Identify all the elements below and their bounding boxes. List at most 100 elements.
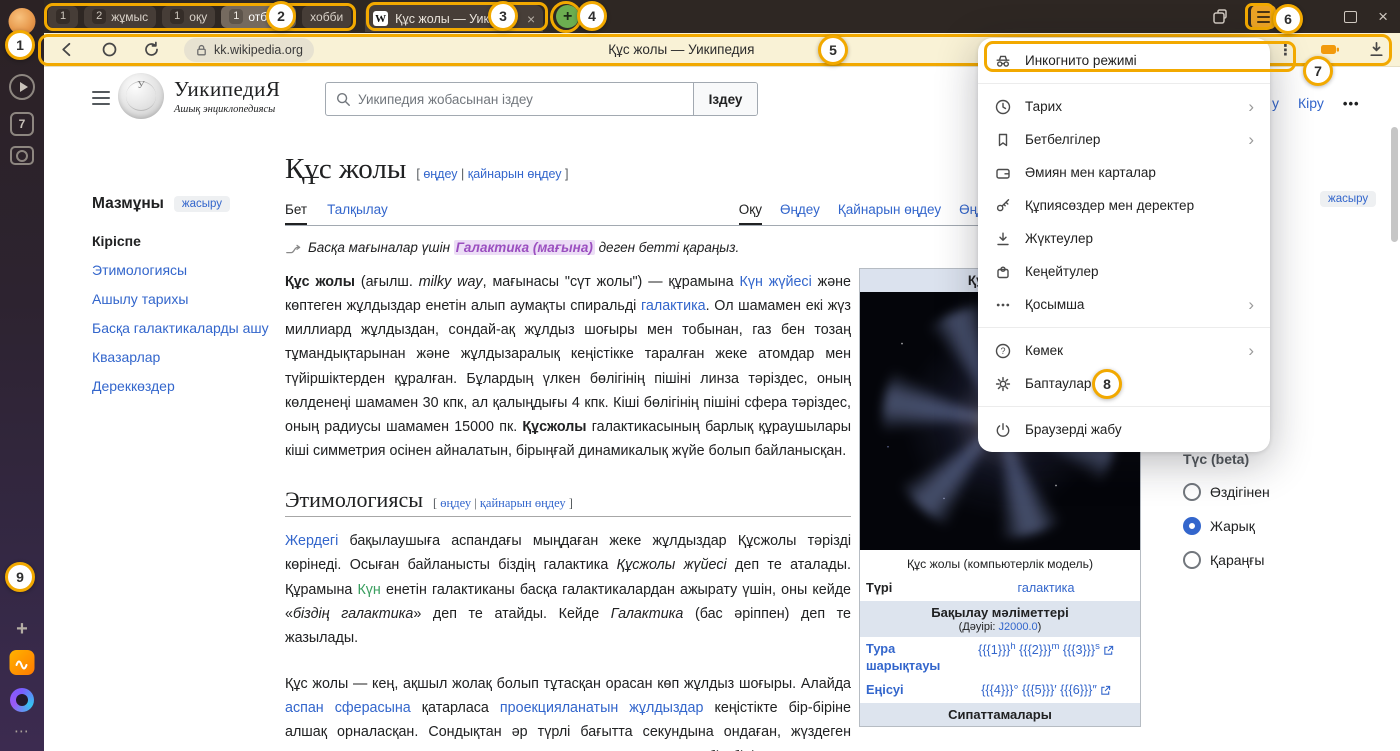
appearance-hide-button[interactable]: жасыру — [1320, 191, 1376, 207]
tab-group-chip-study[interactable]: 1оқу — [162, 6, 215, 28]
wikipedia-logo[interactable]: УикипедиЯ Ашық энциклопедиясы — [118, 73, 280, 119]
tab-page[interactable]: Бет — [285, 202, 307, 225]
text-segment: Құсжолы — [522, 419, 586, 435]
menu-item-wallet[interactable]: Әмиян мен карталар — [978, 156, 1270, 189]
inline-link[interactable]: {{{4}}}° {{{5}}}′ {{{6}}}″ — [981, 683, 1097, 697]
toc-item-other-galaxies[interactable]: Басқа галактикаларды ашу — [92, 320, 280, 337]
tab-talk[interactable]: Талқылау — [327, 202, 388, 225]
menu-item-quit[interactable]: Браузерді жабу — [978, 413, 1270, 446]
dec-value-text: {{{4}}}° {{{5}}}′ {{{6}}}″ — [981, 683, 1097, 697]
inline-link[interactable]: Күн жүйесі — [740, 274, 812, 290]
text-segment: Құс жолы — [285, 274, 355, 290]
menu-item-downloads[interactable]: Жүктеулер — [978, 222, 1270, 255]
address-bar[interactable]: kk.wikipedia.org — [184, 38, 314, 62]
inline-link[interactable]: аспан сферасына — [285, 700, 411, 716]
tab-group-label: хобби — [310, 10, 343, 24]
toc-item-references[interactable]: Дереккөздер — [92, 378, 280, 395]
tab-edit[interactable]: Өңдеу — [780, 202, 820, 225]
video-play-icon[interactable] — [9, 74, 35, 100]
tab-close-icon[interactable]: × — [527, 11, 535, 27]
menu-item-label: Құпиясөздер мен деректер — [1025, 198, 1194, 213]
toc-item-intro[interactable]: Кіріспе — [92, 233, 280, 250]
screenshot-icon[interactable] — [10, 146, 34, 165]
tab-group-count: 1 — [170, 9, 184, 24]
search-input[interactable] — [358, 92, 684, 107]
yandex-search-icon[interactable] — [100, 40, 119, 59]
chevron-right-icon: › — [1248, 296, 1254, 313]
download-icon[interactable] — [1367, 40, 1386, 59]
edit-link[interactable]: өңдеу — [440, 496, 471, 510]
scrollbar-thumb[interactable] — [1391, 127, 1398, 242]
tab-read[interactable]: Оқу — [739, 202, 762, 225]
color-option-auto[interactable]: Өздігінен — [1183, 483, 1353, 501]
alice-icon[interactable] — [10, 688, 34, 712]
menu-item-incognito[interactable]: Инкогнито режимі — [978, 44, 1270, 77]
color-option-dark[interactable]: Қараңғы — [1183, 551, 1353, 569]
radio-icon[interactable] — [1183, 551, 1201, 569]
close-window-button[interactable]: × — [1378, 8, 1388, 25]
external-link-icon[interactable] — [1100, 685, 1111, 696]
yandex-music-icon[interactable] — [10, 650, 35, 675]
edit-source-link[interactable]: қайнарын өңдеу — [480, 496, 566, 510]
callout-1: 1 — [5, 30, 35, 60]
toc-item-quasars[interactable]: Квазарлар — [92, 349, 280, 366]
menu-separator — [978, 83, 1270, 84]
tab-group-chip-hobby[interactable]: хобби — [302, 6, 351, 28]
inline-link[interactable]: Жердегі — [285, 533, 338, 549]
menu-item-passwords[interactable]: Құпиясөздер мен деректер — [978, 189, 1270, 222]
downloads-icon — [994, 230, 1012, 248]
wiki-menu-icon[interactable] — [92, 91, 110, 105]
menu-item-label: Әмиян мен карталар — [1025, 165, 1156, 180]
article: Құс жолы [ өңдеу | қайнарын өңдеу ] Бет … — [285, 153, 851, 751]
infobox-ra-label[interactable]: Тура шарықтауы — [866, 641, 958, 674]
inline-link[interactable]: {{{2}}} — [1016, 643, 1052, 657]
new-tab-button[interactable]: + — [556, 5, 579, 28]
radio-icon[interactable] — [1183, 483, 1201, 501]
menu-item-bookmarks[interactable]: Бетбелгілер › — [978, 123, 1270, 156]
tab-group-chip-work[interactable]: 2жұмыс — [84, 6, 156, 28]
menu-item-more[interactable]: Қосымша › — [978, 288, 1270, 321]
infobox-dec-label[interactable]: Еңісуі — [866, 682, 958, 699]
inline-link[interactable]: Галактика (мағына) — [454, 240, 595, 255]
toc-hide-button[interactable]: жасыру — [174, 196, 230, 212]
tab-counter-icon[interactable]: 7 — [10, 112, 34, 136]
inline-link[interactable]: проекцияланатын жұлдыздар — [500, 700, 704, 716]
sidebar-add-icon[interactable]: + — [16, 618, 28, 641]
inline-link[interactable]: {{{3}}} — [1059, 643, 1095, 657]
text-segment: қатарласа — [411, 700, 500, 716]
inline-link[interactable]: {{{1}}} — [978, 643, 1010, 657]
infobox-caption: Құс жолы (компьютерлік модель) — [860, 550, 1140, 576]
callout-5: 5 — [818, 35, 848, 65]
tab-edit-source[interactable]: Қайнарын өңдеу — [838, 202, 941, 225]
toc-item-discovery[interactable]: Ашылу тарихы — [92, 291, 280, 308]
header-link-tail[interactable]: у — [1272, 95, 1279, 111]
inline-link[interactable]: s — [1095, 641, 1100, 652]
maximize-button[interactable] — [1344, 11, 1357, 23]
infobox-type-value[interactable]: галактика — [958, 580, 1134, 597]
sidebar-more-icon[interactable]: ⋯ — [14, 722, 30, 740]
login-link[interactable]: Кіру — [1298, 95, 1324, 111]
edit-source-link[interactable]: қайнарын өңдеу — [468, 167, 562, 181]
inline-link[interactable]: J2000.0 — [999, 621, 1038, 633]
external-link-icon[interactable] — [1103, 645, 1114, 656]
menu-item-settings[interactable]: Баптаулар — [978, 367, 1270, 400]
chevron-right-icon: › — [1248, 131, 1254, 148]
color-option-light[interactable]: Жарық — [1183, 517, 1353, 535]
menu-item-help[interactable]: ? Көмек › — [978, 334, 1270, 367]
toc-item-etymology[interactable]: Этимологиясы — [92, 262, 280, 279]
tab-group-chip-1[interactable]: 1 — [48, 6, 78, 28]
article-title: Құс жолы — [285, 153, 406, 186]
back-icon[interactable] — [58, 40, 77, 59]
toolbar-more-icon[interactable]: ⋮ — [1278, 41, 1293, 59]
panels-icon[interactable] — [1211, 7, 1230, 26]
search-button[interactable]: Іздеу — [693, 83, 757, 115]
scrollbar[interactable] — [1390, 67, 1399, 751]
inline-link[interactable]: галактика — [641, 298, 706, 314]
edit-link[interactable]: өңдеу — [423, 167, 457, 181]
menu-item-extensions[interactable]: Кеңейтулер — [978, 255, 1270, 288]
refresh-icon[interactable] — [142, 40, 161, 59]
menu-item-history[interactable]: Тарих › — [978, 90, 1270, 123]
header-more-icon[interactable]: ••• — [1343, 96, 1360, 111]
radio-icon[interactable] — [1183, 517, 1201, 535]
inline-link[interactable]: Күн — [357, 582, 380, 598]
